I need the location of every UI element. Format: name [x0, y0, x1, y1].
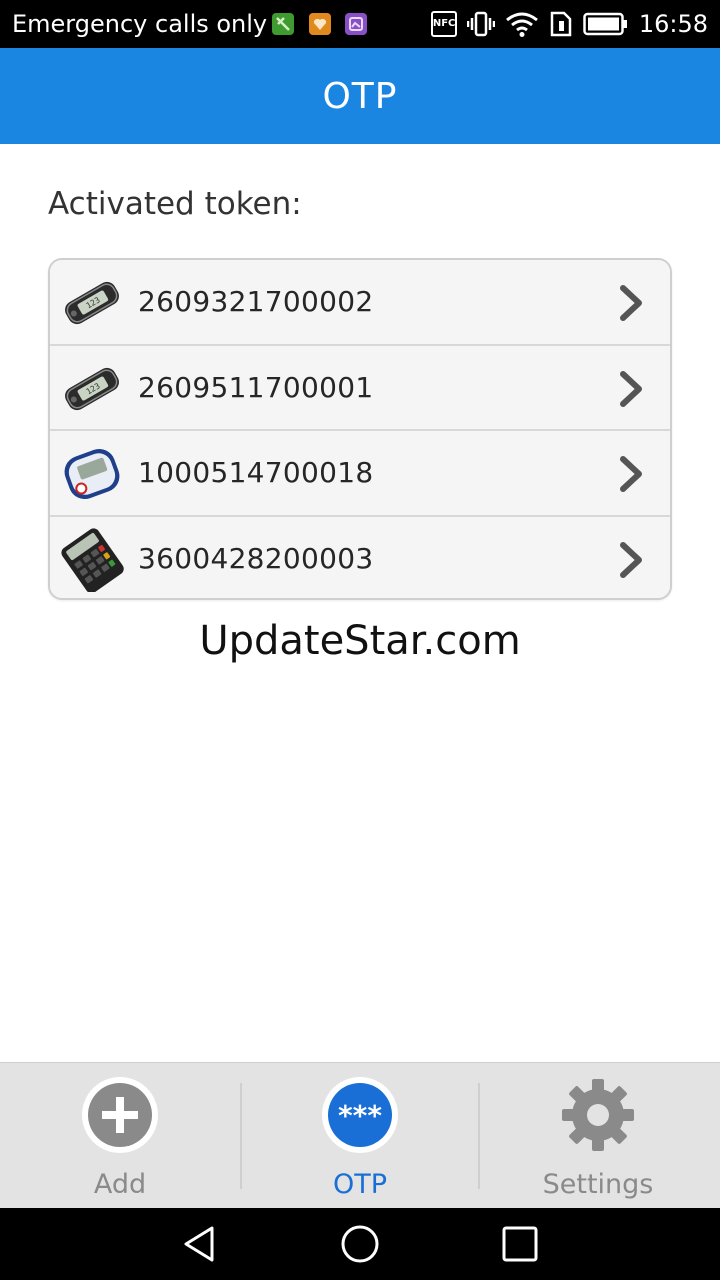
chevron-right-icon: [620, 370, 642, 407]
clock: 16:58: [638, 10, 708, 38]
otp-asterisks-icon: ***: [322, 1077, 398, 1153]
page-title: OTP: [322, 75, 398, 117]
nfc-icon: NFC: [430, 11, 457, 37]
home-icon[interactable]: [338, 1222, 382, 1266]
chevron-right-icon: [620, 456, 642, 492]
back-icon[interactable]: [178, 1222, 222, 1266]
app-notification-purple-icon: [345, 12, 367, 36]
tab-add[interactable]: Add: [0, 1063, 240, 1209]
app-notification-green-icon: [272, 12, 294, 36]
navigation-bar: [0, 1208, 720, 1280]
tab-label: Add: [93, 1169, 147, 1200]
watermark: UpdateStar.com: [199, 618, 521, 664]
tab-otp[interactable]: *** OTP: [240, 1063, 480, 1209]
tab-label: Settings: [542, 1169, 654, 1200]
plus-icon: [82, 1077, 158, 1153]
token-id: 2609511700001: [138, 370, 374, 404]
status-icons: NFC 16:58: [430, 0, 708, 48]
app-bar: OTP: [0, 48, 720, 144]
token-id: 1000514700018: [138, 456, 374, 489]
token-row[interactable]: 1000514700018: [50, 431, 670, 517]
chevron-right-icon: [620, 541, 642, 578]
token-id: 2609321700002: [138, 285, 374, 318]
token-row[interactable]: 123 2609321700002: [50, 260, 670, 346]
tab-settings[interactable]: Settings: [478, 1063, 718, 1209]
svg-text:***: ***: [338, 1099, 382, 1132]
keyfob-token-icon: 123: [65, 367, 119, 410]
gear-icon: [562, 1079, 634, 1151]
carrier-text: Emergency calls only: [12, 10, 268, 38]
status-bar: Emergency calls only NFC 16:58: [0, 0, 720, 48]
token-row[interactable]: 3600428200003: [50, 516, 670, 598]
keyfob-token-icon: 123: [65, 281, 119, 325]
sim-icon: [550, 11, 572, 37]
recents-icon[interactable]: [498, 1222, 542, 1266]
token-id: 3600428200003: [138, 541, 374, 575]
tab-bar: Add *** OTP Settings: [0, 1062, 720, 1208]
chevron-right-icon: [620, 285, 642, 321]
token-list: 123 2609321700002 123 2609511700001 1000…: [48, 258, 672, 600]
wifi-icon: [505, 12, 538, 37]
app-notification-orange-icon: [309, 12, 331, 36]
calculator-token-icon: [61, 527, 124, 592]
tab-label: OTP: [332, 1169, 388, 1200]
activated-token-label: Activated token:: [48, 186, 302, 222]
battery-icon: [583, 12, 627, 36]
token-row[interactable]: 123 2609511700001: [50, 345, 670, 431]
vibrate-icon: [466, 11, 495, 37]
display-token-icon: [64, 448, 120, 500]
